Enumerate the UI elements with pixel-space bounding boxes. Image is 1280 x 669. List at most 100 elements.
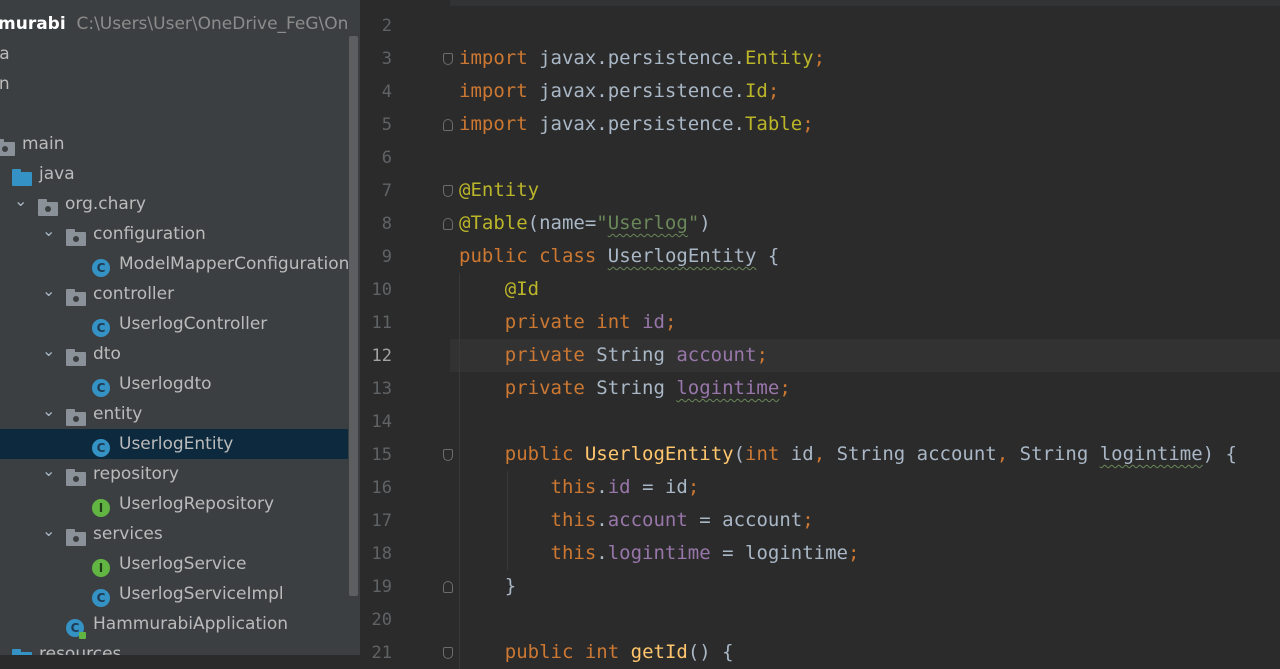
- tree-item[interactable]: nvn: [0, 69, 348, 99]
- code-token: import: [459, 80, 528, 102]
- tree-item-label: main: [22, 134, 65, 154]
- tree-item[interactable]: C UserlogController: [0, 309, 348, 339]
- java-interface-icon: I: [92, 489, 110, 519]
- expand-arrow-icon[interactable]: ⌄: [42, 279, 58, 303]
- source-folder-icon: [12, 639, 32, 655]
- tree-item-label: services: [93, 524, 163, 544]
- code-line[interactable]: this.logintime = logintime;: [450, 537, 1280, 570]
- package-icon: [66, 339, 86, 369]
- code-token: javax.persistence.: [527, 113, 745, 135]
- project-tree-scrollbar-thumb[interactable]: [349, 36, 358, 596]
- tree-item[interactable]: ⌄ entity: [0, 399, 348, 429]
- code-token: Userlog: [607, 212, 688, 234]
- code-token: int: [584, 641, 620, 663]
- package-icon: [66, 279, 86, 309]
- code-line-text: import javax.persistence.Entity;: [459, 42, 825, 75]
- code-token: private: [504, 377, 585, 399]
- code-token: (: [733, 443, 746, 465]
- line-number: 19: [371, 577, 392, 597]
- tree-item[interactable]: C UserlogServiceImpl: [0, 579, 348, 609]
- code-line[interactable]: private String logintime;: [450, 372, 1280, 405]
- tree-item-label: UserlogServiceImpl: [119, 584, 284, 604]
- code-token: logintime: [676, 377, 780, 399]
- tree-item-label: org.chary: [65, 194, 146, 214]
- tree-item[interactable]: ⌄ dto: [0, 339, 348, 369]
- tree-item[interactable]: C Userlogdto: [0, 369, 348, 399]
- java-interface-icon: I: [92, 549, 110, 579]
- code-line-text: this.logintime = logintime;: [459, 537, 860, 570]
- code-token: class: [539, 245, 597, 267]
- tree-item[interactable]: I UserlogService: [0, 549, 348, 579]
- code-line[interactable]: public class UserlogEntity {: [450, 240, 1280, 273]
- tree-item-label: UserlogController: [119, 314, 268, 334]
- tree-item[interactable]: ⌄ services: [0, 519, 348, 549]
- code-line[interactable]: private int id;: [450, 306, 1280, 339]
- tree-item[interactable]: c: [0, 99, 348, 129]
- project-root-row[interactable]: murabi C:\Users\User\OneDrive_FeG\OneDri…: [0, 9, 348, 39]
- code-line[interactable]: import javax.persistence.Table;: [450, 108, 1280, 141]
- expand-arrow-icon[interactable]: ⌄: [42, 519, 58, 543]
- code-line[interactable]: [450, 405, 1280, 438]
- tree-item-label: dto: [93, 344, 121, 364]
- expand-arrow-icon[interactable]: ⌄: [42, 219, 58, 243]
- java-class-icon: C: [92, 309, 110, 339]
- project-tree-scrollbar[interactable]: [348, 0, 360, 655]
- line-number: 14: [371, 412, 392, 432]
- code-line[interactable]: [450, 603, 1280, 636]
- line-number: 21: [371, 643, 392, 663]
- tree-item-label: entity: [93, 404, 143, 424]
- tree-item-label: dea: [0, 44, 10, 64]
- code-line-text: @Entity: [459, 174, 539, 207]
- code-line[interactable]: public UserlogEntity(int id, String acco…: [450, 438, 1280, 471]
- code-line[interactable]: public int getId() {: [450, 636, 1280, 669]
- project-name: murabi: [0, 14, 66, 34]
- tree-item-label: ModelMapperConfiguration: [119, 254, 348, 274]
- expand-arrow-icon[interactable]: ⌄: [42, 399, 58, 423]
- tree-item[interactable]: C ModelMapperConfiguration: [0, 249, 348, 279]
- tree-item-label: UserlogRepository: [119, 494, 275, 514]
- code-token: int: [596, 311, 631, 333]
- code-line[interactable]: this.id = id;: [450, 471, 1280, 504]
- code-line[interactable]: import javax.persistence.Entity;: [450, 42, 1280, 75]
- code-line-text: import javax.persistence.Id;: [459, 75, 779, 108]
- code-token: logintime: [1099, 443, 1203, 465]
- expand-arrow-icon[interactable]: ⌄: [14, 189, 30, 213]
- tree-item[interactable]: ⌄ controller: [0, 279, 348, 309]
- line-number: 2: [381, 16, 392, 36]
- code-token: javax.persistence.: [527, 47, 745, 69]
- code-token: private: [504, 344, 585, 366]
- code-line[interactable]: import javax.persistence.Id;: [450, 75, 1280, 108]
- expand-arrow-icon[interactable]: ⌄: [42, 339, 58, 363]
- tree-item[interactable]: C UserlogEntity: [0, 429, 348, 459]
- expand-arrow-icon[interactable]: ⌄: [42, 459, 58, 483]
- code-line[interactable]: @Table(name="Userlog"): [450, 207, 1280, 240]
- code-editor[interactable]: import javax.persistence.Entity; import j…: [450, 0, 1280, 669]
- tree-item[interactable]: resources: [0, 639, 348, 655]
- code-token: UserlogEntity: [607, 245, 757, 267]
- code-token: ;: [687, 476, 700, 498]
- code-line[interactable]: @Entity: [450, 174, 1280, 207]
- tree-item[interactable]: dea: [0, 39, 348, 69]
- code-line[interactable]: this.account = account;: [450, 504, 1280, 537]
- tree-item[interactable]: ⌄ configuration: [0, 219, 348, 249]
- tree-item[interactable]: I UserlogRepository: [0, 489, 348, 519]
- tree-item[interactable]: ⌄ org.chary: [0, 189, 348, 219]
- tree-item[interactable]: ⌄ repository: [0, 459, 348, 489]
- line-number: 16: [371, 478, 392, 498]
- tree-item[interactable]: java: [0, 159, 348, 189]
- code-line[interactable]: private String account;: [450, 339, 1280, 372]
- code-line[interactable]: [450, 141, 1280, 174]
- line-number: 11: [371, 313, 392, 333]
- tree-item-label: HammurabiApplication: [93, 614, 289, 634]
- code-token: ;: [767, 80, 780, 102]
- code-token: ) {: [1202, 443, 1237, 465]
- tree-item[interactable]: C HammurabiApplication: [0, 609, 348, 639]
- code-line[interactable]: @Id: [450, 273, 1280, 306]
- code-line[interactable]: }: [450, 570, 1280, 603]
- code-line[interactable]: [450, 9, 1280, 42]
- tree-item[interactable]: main: [0, 129, 348, 159]
